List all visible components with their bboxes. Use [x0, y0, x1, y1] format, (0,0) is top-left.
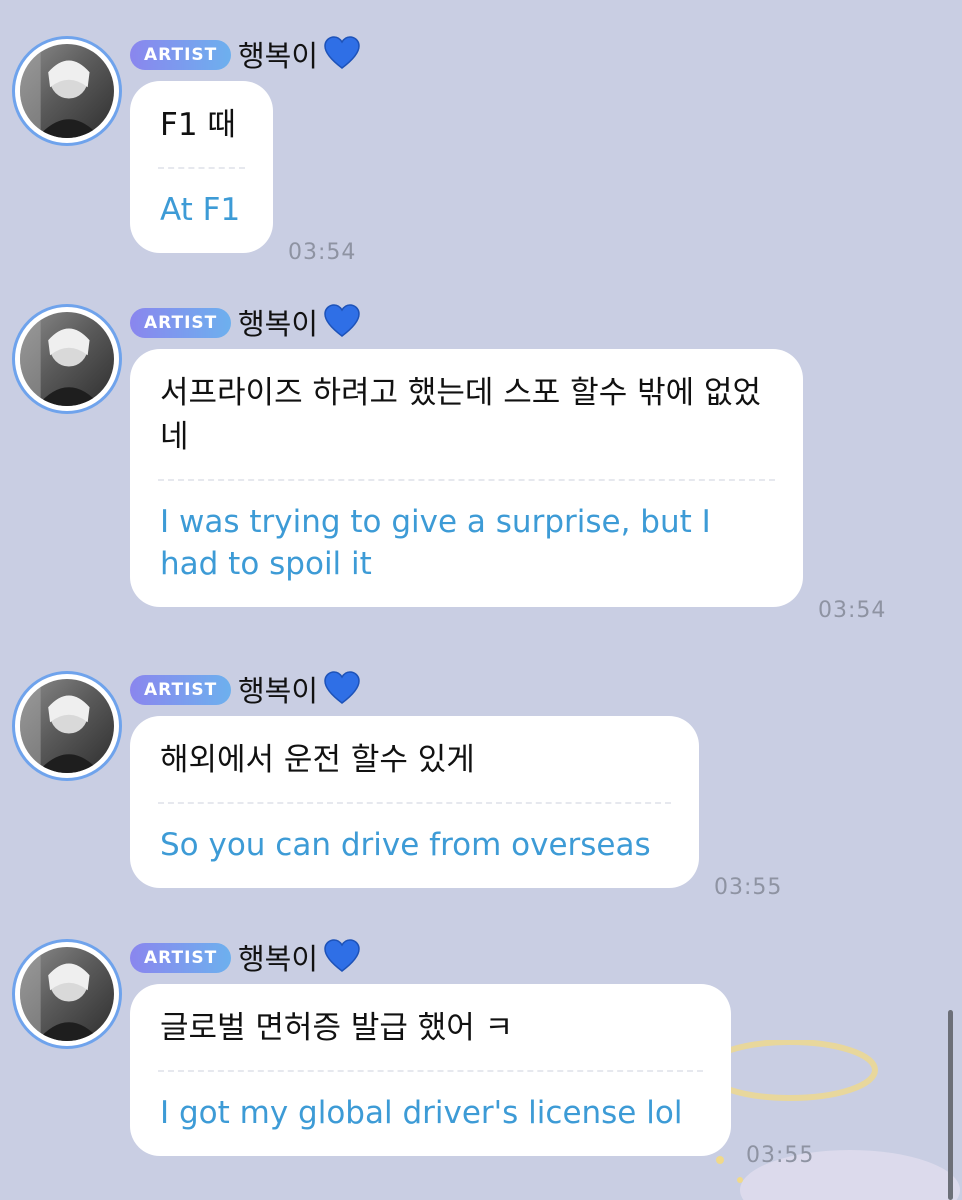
sender-name: 행복이	[238, 939, 360, 978]
background-sticker-illustration	[702, 1040, 960, 1200]
message-bubble[interactable]: 해외에서 운전 할수 있게 So you can drive from over…	[130, 716, 699, 888]
message-timestamp: 03:55	[714, 875, 783, 900]
blue-heart-icon	[324, 939, 360, 973]
avatar[interactable]	[12, 304, 122, 414]
message-translation-text: I was trying to give a surprise, but I h…	[160, 504, 711, 582]
blue-heart-icon	[324, 36, 360, 70]
message-bubble[interactable]: 글로벌 면허증 발급 했어 ㅋ I got my global driver's…	[130, 984, 731, 1156]
message-translation-text: So you can drive from overseas	[160, 827, 651, 863]
sender-name-text: 행복이	[238, 942, 319, 976]
profile-photo	[20, 312, 114, 406]
sender-name: 행복이	[238, 671, 360, 710]
message-timestamp: 03:55	[746, 1143, 815, 1168]
message-timestamp: 03:54	[818, 598, 887, 623]
message-bubble[interactable]: 서프라이즈 하려고 했는데 스포 할수 밖에 없었네 I was trying …	[130, 349, 803, 607]
message-korean-text: 서프라이즈 하려고 했는데 스포 할수 밖에 없었네	[160, 375, 762, 455]
artist-badge: ARTIST	[130, 943, 232, 973]
profile-photo	[20, 44, 114, 138]
avatar[interactable]	[12, 36, 122, 146]
blue-heart-icon	[324, 671, 360, 705]
artist-badge: ARTIST	[130, 308, 232, 338]
message-korean-text: 글로벌 면허증 발급 했어 ㅋ	[160, 1010, 514, 1046]
message-translation-text: I got my global driver's license lol	[160, 1095, 683, 1131]
message-bubble[interactable]: F1 때 At F1	[130, 81, 273, 253]
sender-name: 행복이	[238, 304, 360, 343]
sender-name-text: 행복이	[238, 307, 319, 341]
profile-photo	[20, 947, 114, 1041]
avatar[interactable]	[12, 939, 122, 1049]
message-korean-text: F1 때	[160, 107, 236, 143]
sender-name-text: 행복이	[238, 39, 319, 73]
message-timestamp: 03:54	[288, 240, 357, 265]
sender-name-text: 행복이	[238, 674, 319, 708]
sender-name: 행복이	[238, 36, 360, 75]
artist-badge: ARTIST	[130, 40, 232, 70]
profile-photo	[20, 679, 114, 773]
message-translation-text: At F1	[160, 192, 241, 228]
blue-heart-icon	[324, 304, 360, 338]
avatar[interactable]	[12, 671, 122, 781]
scrollbar[interactable]	[948, 1010, 953, 1200]
artist-badge: ARTIST	[130, 675, 232, 705]
message-korean-text: 해외에서 운전 할수 있게	[160, 742, 475, 778]
